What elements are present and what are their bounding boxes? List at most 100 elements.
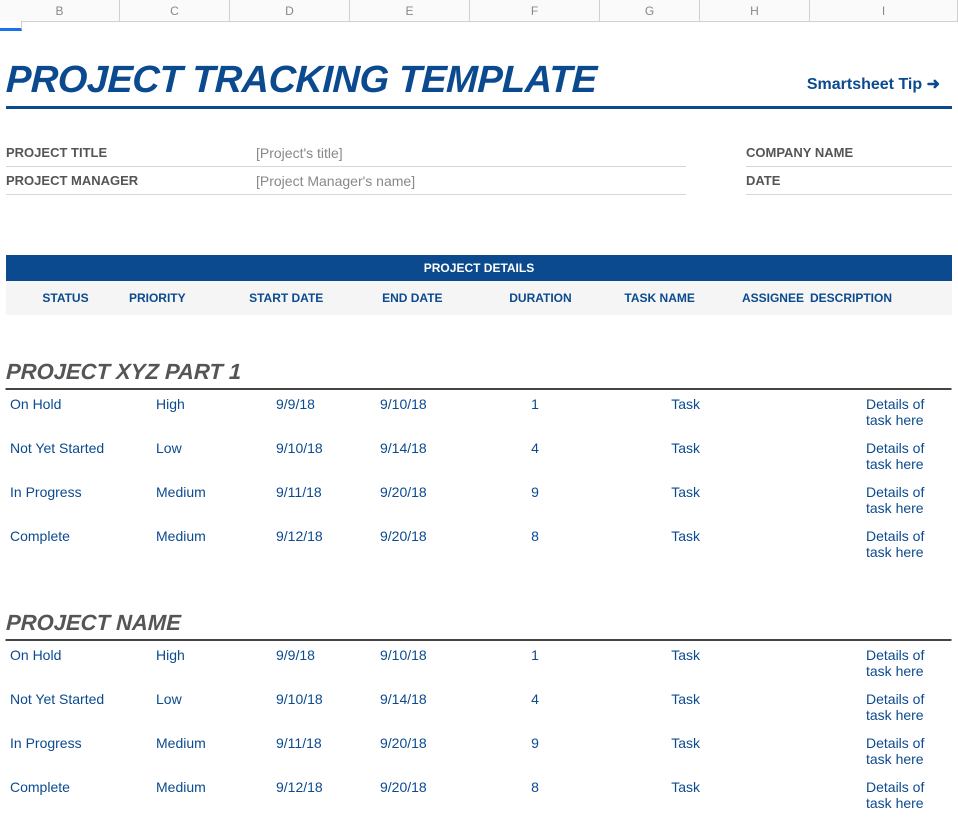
cell-task-name[interactable]: Task xyxy=(606,440,706,472)
cell-duration[interactable]: 8 xyxy=(476,528,606,560)
cell-assignee[interactable] xyxy=(706,528,816,560)
cell-start-date[interactable]: 9/10/18 xyxy=(236,440,356,472)
cell-end-date[interactable]: 9/20/18 xyxy=(356,484,476,516)
cell-assignee[interactable] xyxy=(706,691,816,723)
cell-task-name[interactable]: Task xyxy=(606,528,706,560)
section-title: PROJECT NAME xyxy=(5,610,952,641)
cell-end-date[interactable]: 9/14/18 xyxy=(356,440,476,472)
cell-start-date[interactable]: 9/9/18 xyxy=(236,396,356,428)
cell-start-date[interactable]: 9/11/18 xyxy=(236,735,356,767)
cell-start-date[interactable]: 9/10/18 xyxy=(236,691,356,723)
table-row[interactable]: In ProgressMedium9/11/189/20/189Task Deta… xyxy=(6,478,952,522)
cell-description[interactable]: Details of task here xyxy=(816,396,952,428)
cell-start-date[interactable]: 9/12/18 xyxy=(236,528,356,560)
cell-end-date[interactable]: 9/14/18 xyxy=(356,691,476,723)
cell-task-name[interactable]: Task xyxy=(606,779,706,811)
cell-status[interactable]: In Progress xyxy=(6,484,126,516)
header-duration: DURATION xyxy=(473,291,602,305)
cell-description[interactable]: Details of task here xyxy=(816,647,952,679)
section-title: PROJECT XYZ PART 1 xyxy=(5,359,952,390)
cell-duration[interactable]: 1 xyxy=(476,647,606,679)
title-row: PROJECT TRACKING TEMPLATE Smartsheet Tip… xyxy=(6,59,952,109)
cell-start-date[interactable]: 9/11/18 xyxy=(236,484,356,516)
table-row[interactable]: CompleteMedium9/12/189/20/188Task Details… xyxy=(6,773,952,817)
cell-priority[interactable]: Medium xyxy=(126,779,236,811)
cell-status[interactable]: Not Yet Started xyxy=(6,691,126,723)
cell-end-date[interactable]: 9/10/18 xyxy=(356,647,476,679)
cell-task-name[interactable]: Task xyxy=(606,647,706,679)
cell-priority[interactable]: Low xyxy=(126,691,236,723)
cell-duration[interactable]: 9 xyxy=(476,735,606,767)
cell-assignee[interactable] xyxy=(706,396,816,428)
header-end-date: END DATE xyxy=(353,291,472,305)
cell-assignee[interactable] xyxy=(706,647,816,679)
header-task-name: TASK NAME xyxy=(602,291,701,305)
cell-start-date[interactable]: 9/12/18 xyxy=(236,779,356,811)
cell-start-date[interactable]: 9/9/18 xyxy=(236,647,356,679)
cell-description[interactable]: Details of task here xyxy=(816,484,952,516)
smartsheet-tip-link[interactable]: Smartsheet Tip ➜ xyxy=(807,74,952,102)
project-meta: PROJECT TITLE [Project's title] PROJECT … xyxy=(6,139,952,195)
cell-task-name[interactable]: Task xyxy=(606,396,706,428)
cell-priority[interactable]: Low xyxy=(126,440,236,472)
cell-task-name[interactable]: Task xyxy=(606,735,706,767)
cell-priority[interactable]: Medium xyxy=(126,735,236,767)
col-header-d[interactable]: D xyxy=(230,0,350,21)
table-row[interactable]: On HoldHigh9/9/189/10/181Task Details of … xyxy=(6,641,952,685)
table-row[interactable]: Not Yet StartedLow9/10/189/14/184Task Det… xyxy=(6,685,952,729)
project-manager-value[interactable]: [Project Manager's name] xyxy=(256,173,415,189)
cell-priority[interactable]: High xyxy=(126,647,236,679)
cell-status[interactable]: On Hold xyxy=(6,647,126,679)
col-header-c[interactable]: C xyxy=(120,0,230,21)
table-header-row: STATUS PRIORITY START DATE END DATE DURA… xyxy=(6,281,952,315)
cell-description[interactable]: Details of task here xyxy=(816,528,952,560)
cell-status[interactable]: On Hold xyxy=(6,396,126,428)
table-row[interactable]: On HoldHigh9/9/189/10/181Task Details of … xyxy=(6,390,952,434)
page-title: PROJECT TRACKING TEMPLATE xyxy=(5,59,597,102)
cell-end-date[interactable]: 9/20/18 xyxy=(356,779,476,811)
cell-duration[interactable]: 1 xyxy=(476,396,606,428)
cell-end-date[interactable]: 9/20/18 xyxy=(356,735,476,767)
col-header-e[interactable]: E xyxy=(350,0,470,21)
project-title-value[interactable]: [Project's title] xyxy=(256,145,343,161)
cell-priority[interactable]: Medium xyxy=(126,484,236,516)
cell-assignee[interactable] xyxy=(706,484,816,516)
meta-row-project-manager: PROJECT MANAGER [Project Manager's name] xyxy=(6,167,686,195)
header-description: DESCRIPTION xyxy=(810,291,952,305)
col-header-h[interactable]: H xyxy=(700,0,810,21)
cell-task-name[interactable]: Task xyxy=(606,484,706,516)
cell-duration[interactable]: 9 xyxy=(476,484,606,516)
cell-task-name[interactable]: Task xyxy=(606,691,706,723)
cell-duration[interactable]: 4 xyxy=(476,440,606,472)
table-row[interactable]: Not Yet StartedLow9/10/189/14/184Task Det… xyxy=(6,434,952,478)
cell-description[interactable]: Details of task here xyxy=(816,691,952,723)
cell-status[interactable]: Complete xyxy=(6,528,126,560)
cell-priority[interactable]: High xyxy=(126,396,236,428)
cell-assignee[interactable] xyxy=(706,440,816,472)
cell-assignee[interactable] xyxy=(706,779,816,811)
header-status: STATUS xyxy=(6,291,125,305)
cell-priority[interactable]: Medium xyxy=(126,528,236,560)
meta-row-project-title: PROJECT TITLE [Project's title] xyxy=(6,139,686,167)
col-header-g[interactable]: G xyxy=(600,0,700,21)
cell-duration[interactable]: 4 xyxy=(476,691,606,723)
cell-description[interactable]: Details of task here xyxy=(816,779,952,811)
cell-status[interactable]: Complete xyxy=(6,779,126,811)
col-header-f[interactable]: F xyxy=(470,0,600,21)
cell-end-date[interactable]: 9/10/18 xyxy=(356,396,476,428)
cell-end-date[interactable]: 9/20/18 xyxy=(356,528,476,560)
cell-status[interactable]: In Progress xyxy=(6,735,126,767)
cell-description[interactable]: Details of task here xyxy=(816,735,952,767)
header-assignee: ASSIGNEE xyxy=(701,291,810,305)
table-row[interactable]: In ProgressMedium9/11/189/20/189Task Deta… xyxy=(6,729,952,773)
col-header-i[interactable]: I xyxy=(810,0,958,21)
cell-description[interactable]: Details of task here xyxy=(816,440,952,472)
meta-row-company-name: COMPANY NAME xyxy=(746,139,952,167)
active-cell-indicator xyxy=(0,21,22,31)
cell-status[interactable]: Not Yet Started xyxy=(6,440,126,472)
col-header-b[interactable]: B xyxy=(0,0,120,21)
table-row[interactable]: CompleteMedium9/12/189/20/188Task Details… xyxy=(6,522,952,566)
cell-assignee[interactable] xyxy=(706,735,816,767)
meta-row-date: DATE xyxy=(746,167,952,195)
cell-duration[interactable]: 8 xyxy=(476,779,606,811)
